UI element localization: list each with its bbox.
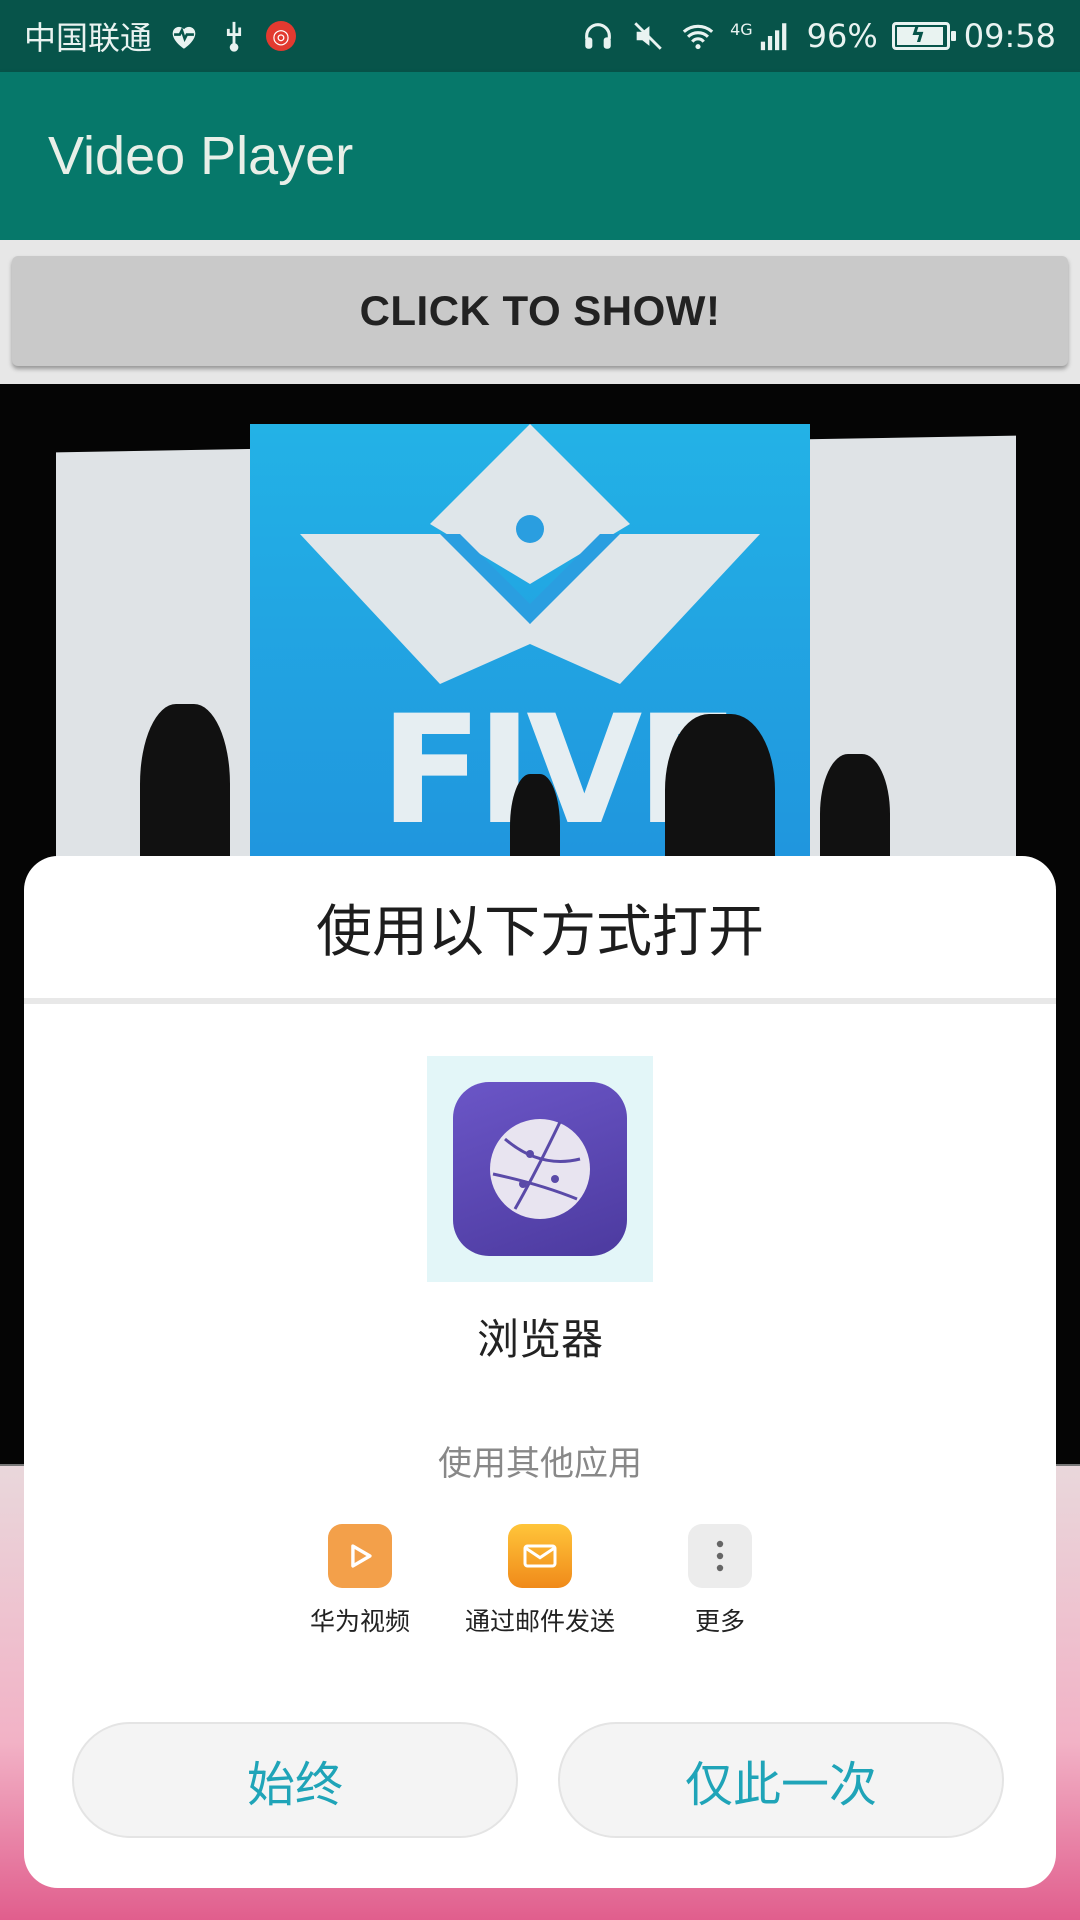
huawei-video-icon <box>328 1524 392 1588</box>
other-apps-label: 使用其他应用 <box>438 1444 642 1484</box>
app-bar: Video Player <box>0 72 1080 240</box>
battery-charging-icon: ϟ <box>891 22 956 50</box>
usb-icon <box>216 18 252 54</box>
network-type: 4G <box>730 19 753 39</box>
more-icon <box>688 1524 752 1588</box>
battery-percent: 96% <box>806 17 878 55</box>
dialog-title: 使用以下方式打开 <box>316 899 764 965</box>
other-apps-list: 华为视频 通过邮件发送 更多 <box>24 1524 1056 1684</box>
dialog-divider <box>24 998 1056 1004</box>
email-icon <box>508 1524 572 1588</box>
more-label: 更多 <box>694 1607 745 1636</box>
clock: 09:58 <box>963 17 1056 55</box>
huawei-video-option[interactable]: 华为视频 <box>260 1524 460 1637</box>
huawei-video-label: 华为视频 <box>309 1607 410 1636</box>
video-logo-shape <box>300 424 760 684</box>
email-label: 通过邮件发送 <box>465 1607 616 1636</box>
wifi-icon <box>680 18 716 54</box>
always-button[interactable]: 始终 <box>72 1722 518 1838</box>
email-option[interactable]: 通过邮件发送 <box>440 1524 640 1637</box>
status-bar-left: 中国联通 ◎ <box>24 13 297 59</box>
browser-icon <box>453 1082 627 1256</box>
open-with-dialog: 使用以下方式打开 浏览器 使用其他应用 华为视频 通过邮件发送 更多 始终 仅此… <box>24 856 1056 1888</box>
just-once-button[interactable]: 仅此一次 <box>558 1722 1004 1838</box>
status-bar-right: 4G 96% ϟ 09:58 <box>580 17 1056 55</box>
mute-icon <box>630 18 666 54</box>
browser-app-option[interactable] <box>427 1056 653 1282</box>
status-bar: 中国联通 ◎ 4G 96% ϟ 09:58 <box>0 0 1080 72</box>
more-option[interactable]: 更多 <box>620 1524 820 1637</box>
app-title: Video Player <box>48 126 354 186</box>
headphones-icon <box>580 18 616 54</box>
browser-app-label: 浏览器 <box>476 1315 603 1364</box>
carrier-name: 中国联通 <box>24 19 153 57</box>
netease-music-icon: ◎ <box>266 21 297 51</box>
signal-icon <box>757 18 793 54</box>
click-to-show-button[interactable]: CLICK TO SHOW! <box>12 256 1068 366</box>
heartbeat-icon <box>166 18 202 54</box>
